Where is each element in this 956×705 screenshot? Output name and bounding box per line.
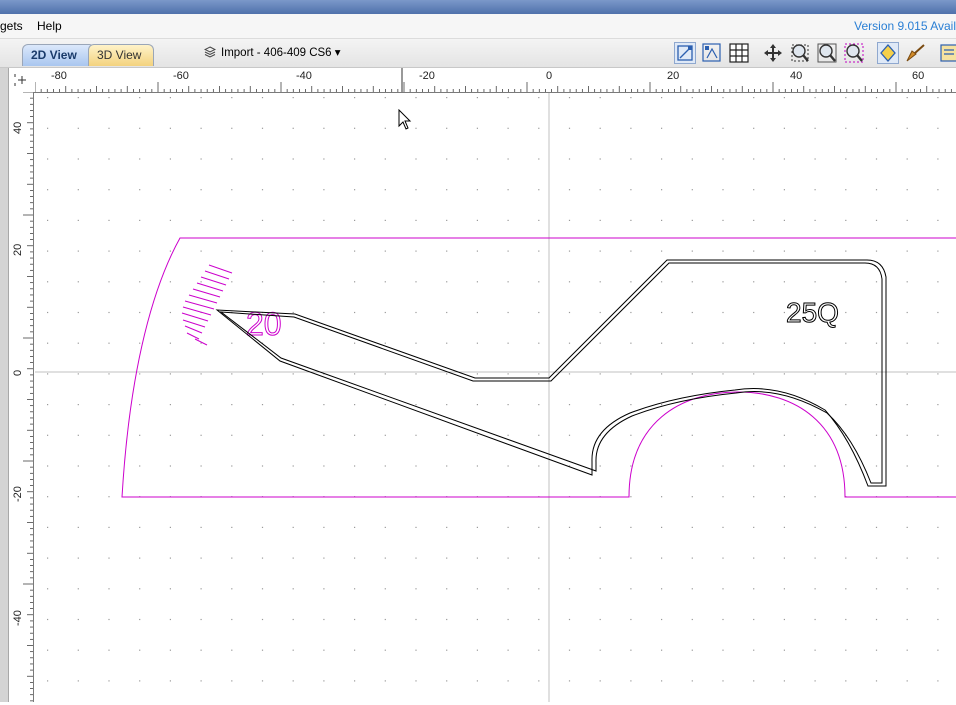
chevron-down-icon: ▾ (334, 47, 341, 59)
stock-boundary-outline (121, 237, 956, 498)
toolpath-preview-button[interactable] (877, 42, 899, 64)
grid-icon (729, 43, 749, 63)
zoom-box-icon (791, 44, 809, 62)
toolpath-preview-icon (880, 44, 896, 62)
ruler-corner[interactable] (9, 68, 36, 93)
ruler-h-label: -60 (173, 70, 189, 82)
ruler-v-label: -20 (12, 486, 24, 502)
mouse-pointer-icon (398, 109, 412, 130)
part-outline (215, 259, 887, 487)
ruler-h-label: -80 (51, 70, 67, 82)
ruler-h-label: -20 (419, 70, 435, 82)
ruler-h-label: 0 (546, 70, 552, 82)
brush-tool-button[interactable] (904, 42, 926, 64)
view-toolbar: 2D View 3D View Import - 406-409 CS6 ▾ (0, 39, 956, 68)
pan-button[interactable] (762, 42, 784, 64)
zoom-selection-icon (844, 43, 864, 63)
ruler-v-label: 0 (12, 370, 24, 376)
layers-icon (204, 46, 216, 58)
crosshair-icon (14, 74, 26, 86)
select-box-button[interactable] (674, 42, 696, 64)
zoom-box-button[interactable] (789, 42, 811, 64)
tab-2d-view[interactable]: 2D View (22, 44, 95, 66)
part-label: 25Q (786, 297, 839, 328)
ruler-v-label: 40 (12, 122, 24, 134)
menu-item-gadgets[interactable]: gets (0, 19, 23, 33)
menu-bar: gets Help Version 9.015 Avail (0, 14, 956, 39)
zoom-extents-button[interactable] (816, 42, 838, 64)
ruler-h-label: 60 (912, 70, 924, 82)
drawing-canvas[interactable]: 20 25Q (35, 93, 956, 702)
node-edit-button[interactable] (701, 42, 723, 64)
layer-name: Import - 406-409 CS6 (221, 47, 332, 59)
layer-menu-button[interactable] (938, 42, 956, 64)
grid-button[interactable] (728, 42, 750, 64)
hatch-marks (181, 264, 233, 346)
grid-dots (47, 97, 939, 682)
ruler-h-label: 40 (790, 70, 802, 82)
ruler-v-label: 20 (12, 244, 24, 256)
pan-icon (764, 44, 782, 62)
node-edit-icon (702, 43, 721, 62)
ruler-v-label: -40 (12, 610, 24, 626)
layer-selector[interactable]: Import - 406-409 CS6 ▾ (204, 44, 341, 62)
brush-tool-icon (906, 44, 925, 62)
tab-3d-view[interactable]: 3D View (88, 44, 154, 66)
side-panel-handle[interactable] (0, 68, 9, 702)
version-available-link[interactable]: Version 9.015 Avail (854, 19, 956, 33)
ruler-h-label: -40 (296, 70, 312, 82)
horizontal-ruler: -80 -60 -40 -20 0 20 40 60 (34, 68, 956, 93)
select-box-icon (677, 45, 693, 61)
zoom-extents-icon (817, 43, 837, 63)
layer-menu-icon (940, 44, 956, 62)
window-titlebar (0, 0, 956, 14)
ruler-h-label: 20 (667, 70, 679, 82)
vertical-ruler: 40 20 0 -20 -40 (9, 91, 34, 702)
menu-item-help[interactable]: Help (37, 19, 62, 33)
zoom-selection-button[interactable] (843, 42, 865, 64)
